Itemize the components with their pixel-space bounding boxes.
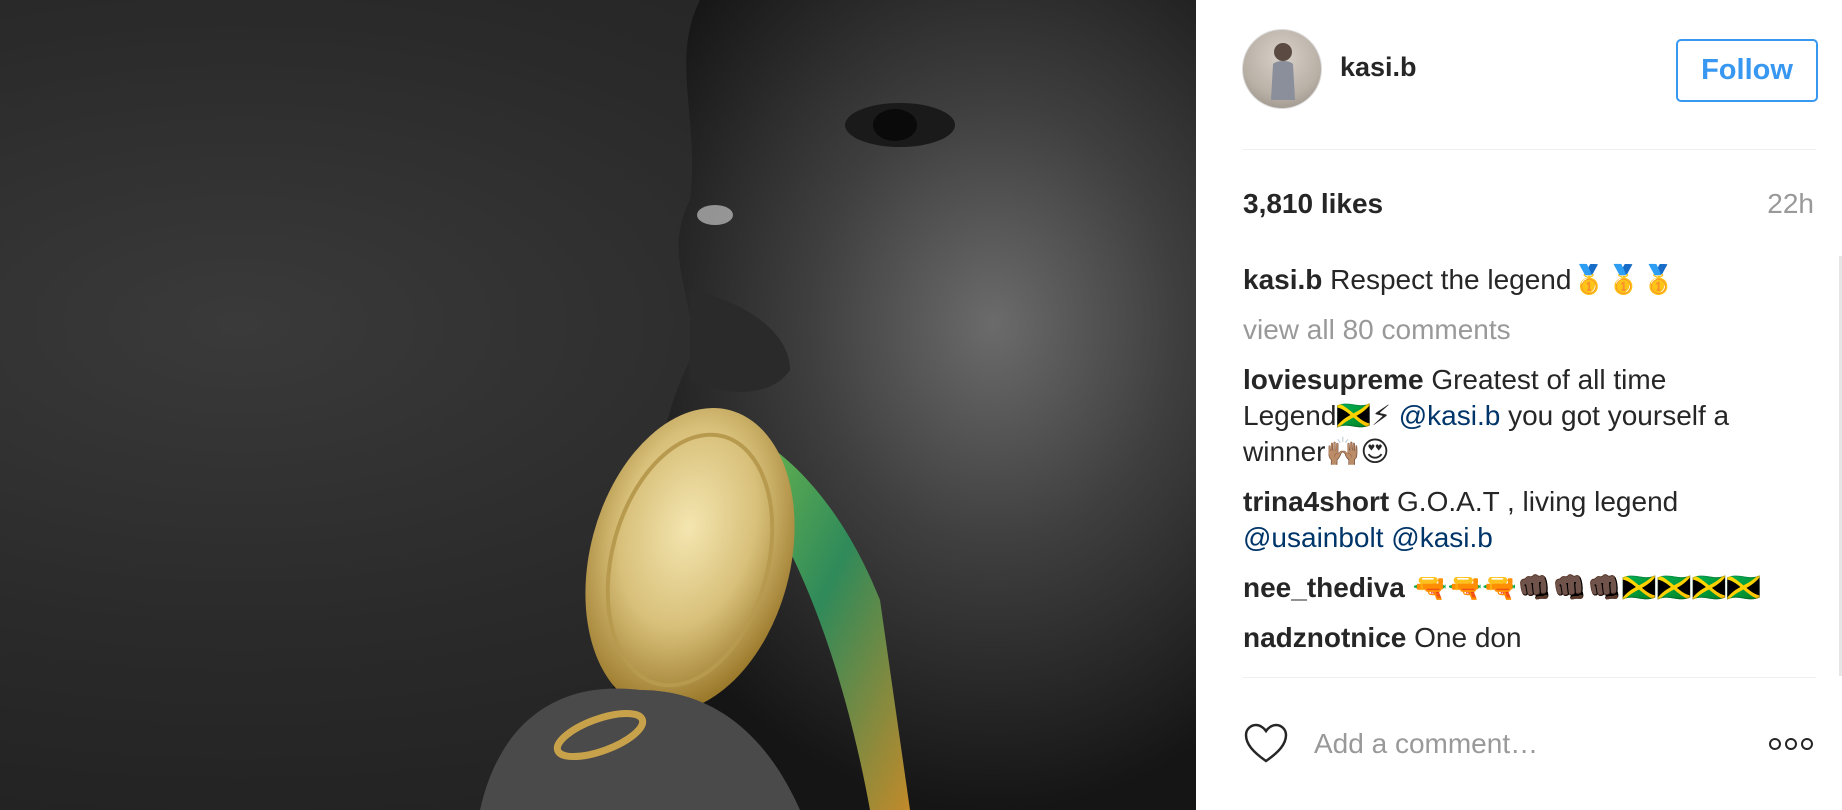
post-timestamp[interactable]: 22h xyxy=(1767,188,1814,220)
comment-text: 🔫🔫🔫👊🏿👊🏿👊🏿🇯🇲🇯🇲🇯🇲🇯🇲 xyxy=(1412,572,1762,603)
caption-text: Respect the legend🥇🥇🥇 xyxy=(1330,264,1677,295)
follow-button[interactable]: Follow xyxy=(1676,39,1818,102)
comment-username[interactable]: trina4short xyxy=(1243,486,1389,517)
avatar[interactable] xyxy=(1242,29,1322,109)
comment-item: loviesupreme Greatest of all time Legend… xyxy=(1243,362,1763,470)
comment-item: trina4short G.O.A.T , living legend @usa… xyxy=(1243,484,1763,556)
comments-list: kasi.b Respect the legend🥇🥇🥇 view all 80… xyxy=(1243,262,1763,670)
comment-item: nee_thediva 🔫🔫🔫👊🏿👊🏿👊🏿🇯🇲🇯🇲🇯🇲🇯🇲 xyxy=(1243,570,1763,606)
post-photo[interactable] xyxy=(0,0,1196,810)
more-options-icon[interactable] xyxy=(1768,736,1814,752)
comment-username[interactable]: nee_thediva xyxy=(1243,572,1405,603)
caption-username[interactable]: kasi.b xyxy=(1243,264,1322,295)
person-icon xyxy=(1271,43,1295,100)
post-sidebar: kasi.b Follow 3,810 likes 22h kasi.b Res… xyxy=(1196,0,1842,810)
comment-username[interactable]: nadznotnice xyxy=(1243,622,1406,653)
comment-username[interactable]: loviesupreme xyxy=(1243,364,1424,395)
comment-mention[interactable]: @usainbolt @kasi.b xyxy=(1243,522,1493,553)
caption: kasi.b Respect the legend🥇🥇🥇 xyxy=(1243,262,1763,298)
comment-text: One don xyxy=(1414,622,1522,653)
comment-mention[interactable]: @kasi.b xyxy=(1399,400,1501,431)
post-author-username[interactable]: kasi.b xyxy=(1340,52,1417,83)
view-all-comments-link[interactable]: view all 80 comments xyxy=(1243,312,1763,348)
likes-count[interactable]: 3,810 likes xyxy=(1243,188,1383,220)
heart-icon[interactable] xyxy=(1243,722,1289,764)
athlete-with-medal-image xyxy=(480,0,1196,810)
comment-input[interactable]: Add a comment… xyxy=(1314,728,1538,760)
comment-text: G.O.A.T , living legend xyxy=(1397,486,1679,517)
divider xyxy=(1243,677,1816,678)
comment-item: nadznotnice One don xyxy=(1243,620,1763,656)
